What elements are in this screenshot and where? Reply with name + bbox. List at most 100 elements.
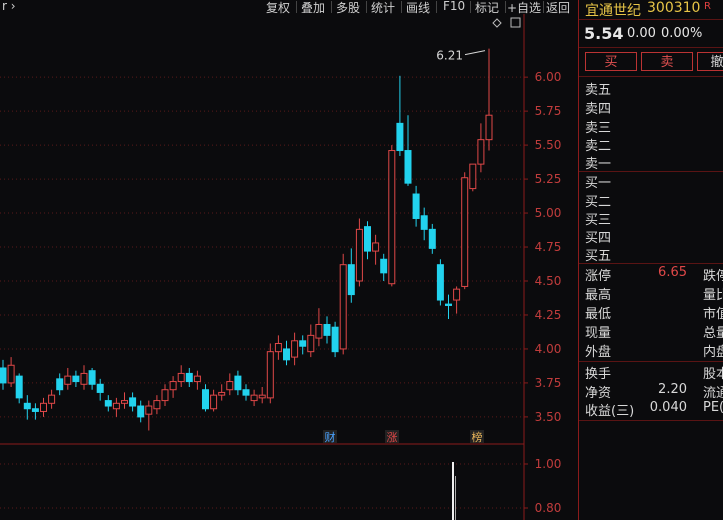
candle-body <box>274 343 282 353</box>
ask-level-1: 卖一 <box>585 157 612 172</box>
chart-grid <box>0 14 525 520</box>
price-axis: 3.50 3.75 4.00 4.25 4.50 4.75 5.00 5.25 5.50 5.75… <box>524 70 561 424</box>
candle-body <box>461 177 469 287</box>
stat-label: 股本 <box>703 367 723 382</box>
candle-body <box>80 372 88 385</box>
candle-body <box>258 394 266 399</box>
y-tick-label: 5.25 <box>535 172 562 186</box>
volume-bar <box>455 476 456 520</box>
event-tag-1: 涨 <box>387 431 398 444</box>
candle-body <box>315 323 323 339</box>
candle-body <box>112 402 120 410</box>
candle-body <box>412 193 420 219</box>
candle-body <box>31 408 39 412</box>
stock-name: 宜通世纪 <box>585 3 641 19</box>
divider <box>579 47 723 48</box>
stat-value: 6.65 <box>658 265 687 280</box>
cancel-order-button[interactable]: 撤 <box>697 52 723 71</box>
stat-label: 流通 <box>703 386 723 401</box>
stat-label: 外盘 <box>585 345 612 360</box>
candle-body <box>145 405 153 415</box>
y-tick-label: 4.25 <box>535 308 562 322</box>
candle-body <box>177 372 185 383</box>
margin-badge: R <box>704 1 711 12</box>
divider <box>579 361 723 362</box>
candle-body <box>104 400 112 407</box>
bid-level-4: 买四 <box>585 231 612 246</box>
y-tick-label: 4.75 <box>535 240 562 254</box>
price-change-pct: 0.00% <box>661 26 703 41</box>
candle-body <box>226 381 234 391</box>
stat-label: 涨停 <box>585 269 612 284</box>
candle-body <box>7 364 15 384</box>
candle-body <box>436 264 444 301</box>
candle-body <box>234 375 242 391</box>
kline-chart[interactable]: 3.50 3.75 4.00 4.25 4.50 4.75 5.00 5.25 5.50 5.75… <box>0 0 578 520</box>
candle-body <box>307 334 315 353</box>
last-price: 5.54 <box>584 24 624 43</box>
candle-body <box>291 340 299 358</box>
ask-level-4: 卖四 <box>585 102 612 117</box>
stat-label: 市值 <box>703 307 723 322</box>
candle-series <box>0 48 493 431</box>
buy-button[interactable]: 买 <box>585 52 637 71</box>
candle-body <box>202 389 209 410</box>
expand-icon <box>510 17 521 28</box>
stat-value: 2.20 <box>658 382 687 397</box>
y-tick-label: 4.00 <box>535 342 562 356</box>
candle-body <box>420 215 428 230</box>
bid-level-5: 买五 <box>585 249 612 264</box>
candle-body <box>364 226 371 252</box>
candle-body <box>129 397 137 407</box>
candle-body <box>355 228 363 282</box>
event-tag-2: 榜 <box>472 430 483 444</box>
candle-body <box>0 367 7 384</box>
y-tick-label: 5.50 <box>535 138 562 152</box>
candle-body <box>347 264 355 296</box>
candle-body <box>485 114 493 141</box>
volume-tick-label: 1.00 <box>535 457 562 471</box>
y-tick-label: 5.00 <box>535 206 562 220</box>
candle-body <box>388 150 396 285</box>
candle-body <box>137 405 145 418</box>
candle-body <box>372 242 380 252</box>
bid-level-1: 买一 <box>585 176 612 191</box>
candle-body <box>331 326 339 353</box>
candle-body <box>15 375 23 399</box>
stat-label: 量比 <box>703 288 723 303</box>
candle-body <box>72 375 80 383</box>
volume-bar <box>452 462 454 520</box>
volume-tick-label: 0.80 <box>535 501 562 515</box>
y-tick-label: 5.75 <box>535 104 562 118</box>
volume-pane: 1.00 0.80 <box>0 457 561 520</box>
candle-body <box>380 258 388 274</box>
candle-body <box>64 375 72 385</box>
bid-level-2: 买二 <box>585 195 612 210</box>
diamond-icon <box>492 18 502 28</box>
candle-body <box>453 288 461 301</box>
divider <box>579 19 723 20</box>
candle-body <box>250 394 258 402</box>
divider <box>579 76 723 77</box>
ask-level-2: 卖二 <box>585 139 612 154</box>
candle-body <box>477 139 485 165</box>
sell-button[interactable]: 卖 <box>641 52 693 71</box>
candle-body <box>56 378 64 391</box>
candle-body <box>169 381 177 391</box>
candle-body <box>445 303 452 306</box>
candle-body <box>193 375 201 383</box>
candle-body <box>23 402 31 410</box>
divider <box>579 420 723 421</box>
candle-body <box>153 400 161 410</box>
candle-body <box>266 351 274 399</box>
stock-code: 300310 <box>647 0 701 16</box>
stat-label: 最高 <box>585 288 612 303</box>
candle-body <box>428 228 436 249</box>
candle-body <box>88 370 96 385</box>
candle-body <box>218 391 226 396</box>
bid-level-3: 买三 <box>585 213 612 228</box>
candle-body <box>161 389 169 402</box>
stat-label: 最低 <box>585 307 612 322</box>
high-marker-arrow <box>464 50 486 56</box>
candle-body <box>242 389 250 396</box>
